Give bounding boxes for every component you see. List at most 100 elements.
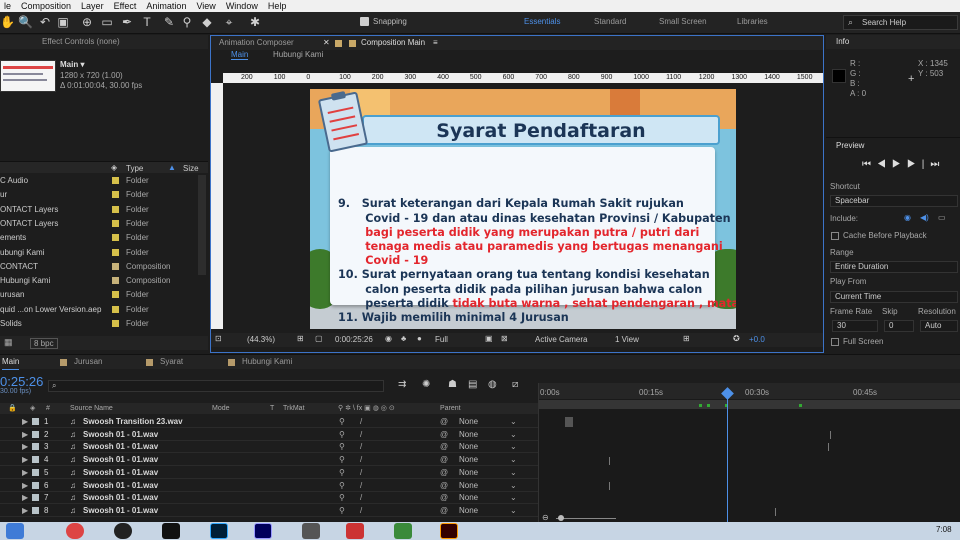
search-help-box[interactable]: ⌕ Search Help	[843, 15, 958, 30]
layer-row[interactable]: ▶ 1 ♫ Swoosh Transition 23.wav ⚲ / @ None ⌄	[0, 415, 538, 428]
project-item-name[interactable]: Main ▾	[60, 60, 84, 69]
last-frame-icon[interactable]: ⏭	[930, 159, 945, 170]
mask-tool-icon[interactable]: ▭	[100, 15, 114, 29]
expand-arrow-icon[interactable]: ▶	[22, 491, 28, 504]
shy-switch-icon[interactable]: ⚲	[339, 466, 345, 479]
shy-switch-icon[interactable]: ⚲	[339, 453, 345, 466]
parent-select[interactable]: None	[459, 428, 478, 441]
show-snapshot-icon[interactable]: ♣	[401, 334, 406, 343]
label-color-icon[interactable]	[32, 468, 39, 476]
snapshot-icon[interactable]: ◉	[385, 334, 392, 343]
frame-blend-icon[interactable]: ▤	[468, 379, 477, 390]
view-layout-select[interactable]: 1 View	[615, 335, 639, 344]
search-help-input[interactable]: Search Help	[862, 18, 906, 27]
brush-tool-icon[interactable]: ✎	[162, 15, 176, 29]
col-mode[interactable]: Mode	[212, 403, 230, 414]
always-preview-icon[interactable]: ⊡	[215, 334, 222, 343]
project-item[interactable]: Hubungi Kami Composition	[0, 274, 198, 288]
project-scrollbar[interactable]	[198, 175, 206, 275]
range-select[interactable]: Entire Duration	[830, 261, 958, 273]
playhead[interactable]	[727, 388, 728, 523]
quality-switch-icon[interactable]: /	[360, 491, 362, 504]
type-tool-icon[interactable]: T	[140, 15, 154, 29]
motion-blur-icon[interactable]: ◍	[488, 379, 497, 390]
layer-row[interactable]: ▶ 2 ♫ Swoosh 01 - 01.wav ⚲ / @ None ⌄	[0, 428, 538, 441]
first-frame-icon[interactable]: ⏮	[862, 159, 877, 170]
layer-name[interactable]: Swoosh Transition 23.wav	[83, 415, 183, 428]
parent-select[interactable]: None	[459, 491, 478, 504]
project-item[interactable]: ements Folder	[0, 231, 198, 245]
hand-tool-icon[interactable]: ✋	[0, 15, 15, 29]
app-icon[interactable]	[346, 523, 364, 539]
layer-row[interactable]: ▶ 8 ♫ Swoosh 01 - 01.wav ⚲ / @ None ⌄	[0, 504, 538, 517]
shy-switch-icon[interactable]: ⚲	[339, 428, 345, 441]
timeline-graph-area[interactable]: 0:00s 00:15s 00:30s 00:45s	[538, 383, 960, 523]
chevron-down-icon[interactable]: ⌄	[510, 453, 517, 466]
play-from-select[interactable]: Current Time	[830, 291, 958, 303]
quality-switch-icon[interactable]: /	[360, 453, 362, 466]
tab-jurusan[interactable]: Jurusan	[74, 355, 102, 369]
subtab-main[interactable]: Main	[231, 50, 249, 60]
zoom-slider[interactable]	[558, 515, 564, 521]
label-color-icon[interactable]	[32, 481, 39, 489]
parent-select[interactable]: None	[459, 440, 478, 453]
menu-animation[interactable]: Animation	[146, 1, 186, 11]
start-icon[interactable]	[6, 523, 24, 539]
exposure-value[interactable]: +0.0	[749, 335, 765, 344]
layer-name[interactable]: Swoosh 01 - 01.wav	[83, 479, 158, 492]
parent-select[interactable]: None	[459, 453, 478, 466]
subtab-hubungi-kami[interactable]: Hubungi Kami	[273, 50, 323, 59]
prev-frame-icon[interactable]: ◀	[877, 159, 892, 170]
include-overlay-icon[interactable]: ▭	[938, 213, 946, 222]
resolution-select[interactable]: Auto	[920, 320, 958, 332]
shy-switch-icon[interactable]: ⚲	[339, 415, 345, 428]
expand-arrow-icon[interactable]: ▶	[22, 440, 28, 453]
shy-switch-icon[interactable]: ⚲	[339, 479, 345, 492]
label-color-icon[interactable]	[32, 418, 39, 425]
workspace-essentials[interactable]: Essentials	[524, 17, 560, 26]
chevron-down-icon[interactable]: ⌄	[510, 466, 517, 479]
effect-controls-tab[interactable]: Effect Controls (none)	[0, 35, 208, 49]
current-time[interactable]: 0:00:25:26	[335, 335, 373, 344]
audio-clip-marker[interactable]	[565, 417, 573, 427]
col-size[interactable]: Size	[183, 164, 199, 173]
illustrator-icon[interactable]	[440, 523, 458, 539]
next-frame-icon[interactable]: ▶|	[907, 159, 931, 170]
expand-arrow-icon[interactable]: ▶	[22, 479, 28, 492]
exposure-icon[interactable]: ✪	[733, 334, 740, 343]
comp-mini-flowchart-icon[interactable]: ⇉	[398, 379, 406, 390]
expand-arrow-icon[interactable]: ▶	[22, 428, 28, 441]
parent-select[interactable]: None	[459, 466, 478, 479]
menu-composition[interactable]: Composition	[21, 1, 71, 11]
app-icon[interactable]	[162, 523, 180, 539]
zoom-tool-icon[interactable]: 🔍	[18, 15, 33, 29]
menu-layer[interactable]: Layer	[81, 1, 104, 11]
pickwhip-icon[interactable]: @	[440, 466, 448, 479]
layer-row[interactable]: ▶ 5 ♫ Swoosh 01 - 01.wav ⚲ / @ None ⌄	[0, 466, 538, 479]
quality-switch-icon[interactable]: /	[360, 428, 362, 441]
col-type[interactable]: Type	[126, 164, 143, 173]
eraser-tool-icon[interactable]: ◆	[200, 15, 214, 29]
quality-switch-icon[interactable]: /	[360, 466, 362, 479]
pan-behind-tool-icon[interactable]: ⊕	[80, 15, 94, 29]
timeline-search[interactable]: ⌕	[48, 380, 384, 392]
layer-row[interactable]: ▶ 3 ♫ Swoosh 01 - 01.wav ⚲ / @ None ⌄	[0, 440, 538, 454]
camera-select[interactable]: Active Camera	[535, 335, 587, 344]
frame-rate-select[interactable]: 30	[832, 320, 878, 332]
col-parent[interactable]: Parent	[440, 403, 461, 414]
layer-row[interactable]: ▶ 4 ♫ Swoosh 01 - 01.wav ⚲ / @ None ⌄	[0, 453, 538, 467]
pickwhip-icon[interactable]: @	[440, 453, 448, 466]
shy-switch-icon[interactable]: ⚲	[339, 491, 345, 504]
mask-vis-icon[interactable]: ▢	[315, 334, 323, 343]
layer-name[interactable]: Swoosh 01 - 01.wav	[83, 491, 158, 504]
roi-icon[interactable]: ▣	[485, 334, 493, 343]
expand-arrow-icon[interactable]: ▶	[22, 504, 28, 517]
channel-icon[interactable]: ●	[417, 334, 422, 343]
pickwhip-icon[interactable]: @	[440, 504, 448, 517]
tab-animation-composer[interactable]: Animation Composer	[219, 36, 294, 50]
grid-icon[interactable]: ⊞	[297, 334, 304, 343]
label-color-icon[interactable]	[32, 506, 39, 514]
layer-name[interactable]: Swoosh 01 - 01.wav	[83, 453, 158, 466]
layer-name[interactable]: Swoosh 01 - 01.wav	[83, 504, 158, 517]
info-tab[interactable]: Info	[826, 35, 960, 49]
